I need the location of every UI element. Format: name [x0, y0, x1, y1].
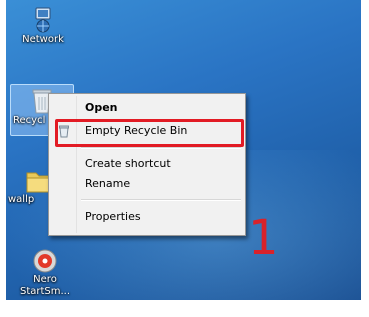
menu-item-empty-recycle-bin[interactable]: Empty Recycle Bin: [52, 121, 242, 141]
desktop-icon-nero[interactable]: Nero StartSm...: [14, 248, 76, 298]
nero-icon: [33, 249, 57, 273]
menu-separator: [81, 199, 241, 201]
nero-label: Nero StartSm...: [19, 274, 71, 297]
menu-item-empty-recycle-bin-label: Empty Recycle Bin: [85, 124, 188, 137]
network-icon: [35, 7, 51, 33]
menu-item-properties[interactable]: Properties: [52, 207, 242, 227]
menu-item-create-shortcut[interactable]: Create shortcut: [52, 154, 242, 174]
annotation-number: 1: [248, 210, 279, 266]
desktop-icon-network[interactable]: Network: [12, 6, 74, 46]
menu-separator: [81, 147, 241, 149]
recycle-bin-small-icon: [59, 125, 69, 138]
context-menu: Open Empty Recycle Bin Create shortcut R…: [48, 93, 246, 236]
network-label: Network: [22, 34, 64, 45]
menu-item-open[interactable]: Open: [52, 98, 242, 118]
menu-item-rename[interactable]: Rename: [52, 174, 242, 194]
